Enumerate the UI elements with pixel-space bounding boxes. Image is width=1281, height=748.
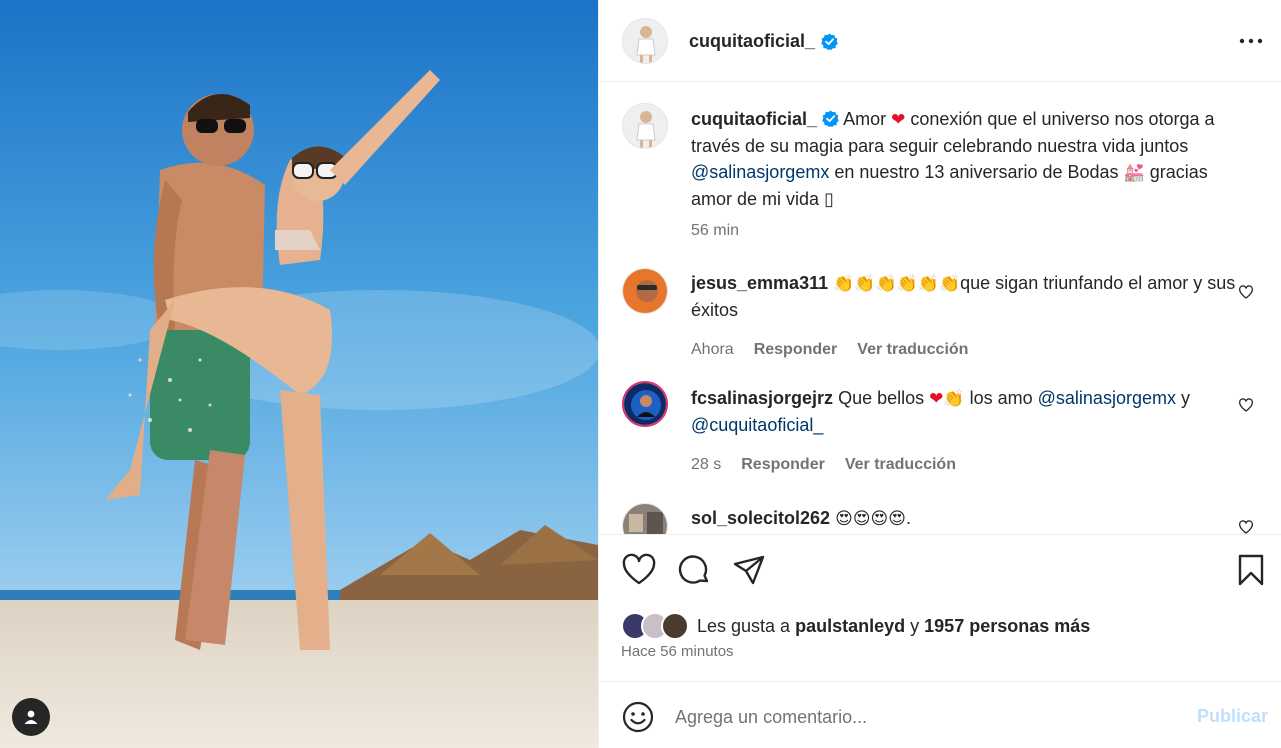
comment-mention-2[interactable]: @cuquitaoficial_ — [691, 415, 823, 435]
post-detail-panel: cuquitaoficial_ cuquitaoficial_ Amor ❤ c… — [598, 0, 1281, 748]
comment-username[interactable]: jesus_emma311 — [691, 273, 828, 293]
author-username[interactable]: cuquitaoficial_ — [689, 31, 838, 52]
heart-icon[interactable] — [621, 552, 657, 588]
author-username-text: cuquitaoficial_ — [689, 31, 816, 51]
likes-summary[interactable]: Les gusta a paulstanleyd y 1957 personas… — [621, 612, 1090, 640]
comment-mention-1[interactable]: @salinasjorgemx — [1038, 388, 1176, 408]
comment-body: . — [905, 508, 911, 528]
clapping-hands-emojis: 👏👏👏👏👏👏 — [833, 274, 961, 293]
likes-connector: y — [910, 615, 920, 636]
commenter-avatar-image — [624, 383, 666, 425]
comment-time[interactable]: 28 s — [691, 452, 721, 478]
comment-username[interactable]: fcsalinasjorgejrz — [691, 388, 833, 408]
comment-text: sol_solecitol262 😍😍😍😍. — [691, 505, 1246, 532]
heart-eyes-emojis: 😍😍😍😍 — [835, 509, 906, 528]
caption-text-3: en nuestro 13 aniversario de Bodas — [834, 162, 1119, 182]
author-avatar[interactable] — [622, 18, 668, 64]
post-header: cuquitaoficial_ — [599, 0, 1281, 82]
red-heart-emoji: ❤ — [891, 110, 906, 129]
comment-input[interactable] — [675, 702, 1175, 732]
likes-user[interactable]: paulstanleyd — [795, 616, 905, 637]
reply-button[interactable]: Responder — [754, 337, 838, 363]
commenter-avatar[interactable] — [622, 268, 668, 314]
commenter-avatar-image — [623, 504, 667, 534]
user-tag-button[interactable] — [12, 698, 50, 736]
commenter-avatar[interactable] — [622, 381, 668, 427]
post-photo[interactable] — [0, 0, 598, 748]
liker-avatar — [661, 612, 689, 640]
commenter-avatar[interactable] — [622, 503, 668, 534]
verified-badge-icon — [821, 33, 838, 50]
caption-username[interactable]: cuquitaoficial_ — [691, 109, 817, 129]
likes-others[interactable]: 1957 personas más — [924, 616, 1090, 637]
caption-avatar-image — [623, 104, 667, 148]
like-comment-heart-icon[interactable] — [1238, 397, 1254, 413]
share-icon[interactable] — [731, 552, 767, 588]
bookmark-icon[interactable] — [1233, 552, 1269, 588]
clapping-hands-emoji: 👏 — [943, 389, 965, 408]
comment-text: jesus_emma311 👏👏👏👏👏👏que sigan triunfando… — [691, 270, 1246, 323]
red-heart-emoji: ❤ — [929, 389, 944, 408]
like-comment-heart-icon[interactable] — [1238, 284, 1254, 300]
add-comment-bar: Publicar — [599, 682, 1281, 748]
comment-body-1: Que bellos — [838, 388, 925, 408]
publish-button[interactable]: Publicar — [1197, 706, 1268, 727]
beach-couple-photo — [0, 0, 598, 748]
caption-text-1: Amor — [843, 109, 887, 129]
author-avatar-image — [623, 19, 667, 63]
user-tag-icon — [24, 710, 38, 724]
caption-mention[interactable]: @salinasjorgemx — [691, 162, 829, 182]
comments-list[interactable]: cuquitaoficial_ Amor ❤ conexión que el u… — [599, 83, 1281, 534]
comment-body-3: y — [1180, 388, 1190, 408]
caption-author-avatar[interactable] — [622, 103, 668, 149]
post-time-ago[interactable]: Hace 56 minutos — [621, 643, 734, 660]
commenter-avatar-image — [623, 269, 667, 313]
emoji-icon[interactable] — [621, 700, 655, 734]
comment-icon[interactable] — [676, 552, 712, 588]
comment-time[interactable]: Ahora — [691, 337, 734, 363]
comment-body-2: los amo — [969, 388, 1033, 408]
missing-glyph-icon: ▯ — [824, 189, 834, 209]
caption-time[interactable]: 56 min — [691, 218, 739, 244]
see-translation-button[interactable]: Ver traducción — [845, 452, 956, 478]
divider — [599, 534, 1281, 535]
likes-prefix: Les gusta a — [697, 615, 791, 636]
likers-avatars[interactable] — [621, 612, 693, 640]
caption-text: cuquitaoficial_ Amor ❤ conexión que el u… — [691, 106, 1246, 212]
verified-badge-icon — [822, 110, 839, 127]
reply-button[interactable]: Responder — [741, 452, 825, 478]
like-comment-heart-icon[interactable] — [1238, 519, 1254, 534]
comment-username[interactable]: sol_solecitol262 — [691, 508, 830, 528]
more-options-icon[interactable] — [1236, 29, 1266, 53]
action-bar — [621, 552, 1271, 588]
wedding-chapel-emoji: 💒 — [1123, 163, 1145, 182]
see-translation-button[interactable]: Ver traducción — [857, 337, 968, 363]
comment-text: fcsalinasjorgejrz Que bellos ❤👏 los amo … — [691, 385, 1246, 438]
